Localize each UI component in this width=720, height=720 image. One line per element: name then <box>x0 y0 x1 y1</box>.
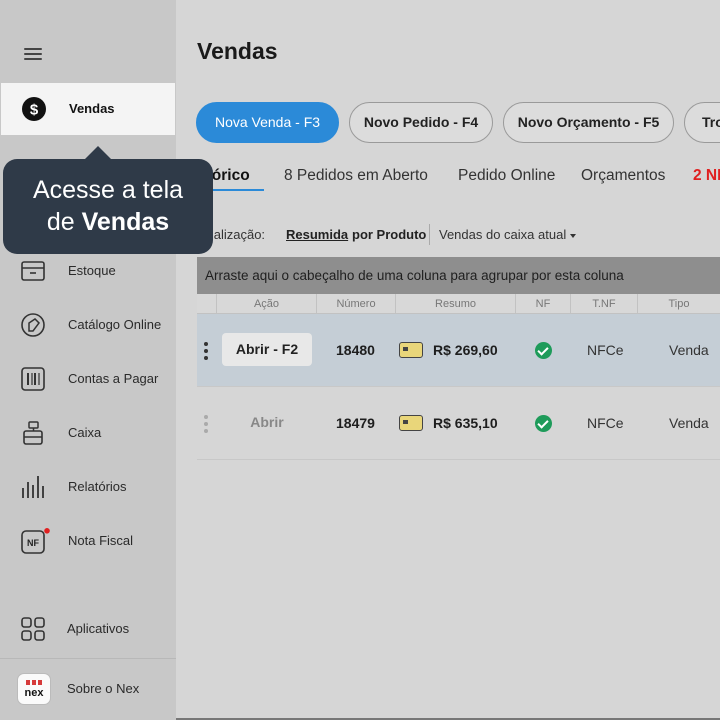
cash-filter-dropdown[interactable]: Vendas do caixa atual <box>439 227 577 242</box>
sidebar-item-contas-a-pagar[interactable]: Contas a Pagar <box>0 353 176 405</box>
more-options-icon[interactable] <box>204 415 208 433</box>
caret-down-icon <box>570 233 577 238</box>
hamburger-menu-icon[interactable] <box>22 44 44 62</box>
nf-icon-text: NF <box>27 538 39 548</box>
svg-text:$: $ <box>30 102 39 119</box>
view-option-resumida[interactable]: Resumida <box>286 227 348 242</box>
sale-amount: R$ 635,10 <box>433 415 498 431</box>
sidebar-item-label: Relatórios <box>68 479 127 494</box>
more-options-icon[interactable] <box>204 342 208 360</box>
tooltip-line-1: Acesse a tela <box>32 176 184 204</box>
apps-grid-icon <box>21 617 45 641</box>
divider <box>429 224 430 245</box>
tab-pedidos-em-aberto[interactable]: 8 Pedidos em Aberto <box>284 167 428 185</box>
sale-number: 18480 <box>336 342 375 358</box>
sidebar-item-label: Aplicativos <box>67 621 130 636</box>
group-by-drop-area[interactable]: Arraste aqui o cabeçalho de uma coluna p… <box>197 257 720 294</box>
cash-register-icon <box>23 421 43 445</box>
nex-logo: nex <box>17 673 51 705</box>
main-content: Vendas Nova Venda - F3 Novo Pedido - F4 … <box>176 0 720 720</box>
column-header-numero[interactable]: Número <box>317 294 396 314</box>
sidebar-divider <box>0 658 176 659</box>
sidebar-item-nota-fiscal[interactable]: NF Nota Fiscal <box>0 515 176 567</box>
sidebar-item-label: Vendas <box>69 101 115 116</box>
tooltip-arrow <box>84 146 112 160</box>
open-sale-button[interactable]: Abrir - F2 <box>222 333 312 366</box>
view-option-por-produto[interactable]: por Produto <box>352 227 426 242</box>
new-quote-button[interactable]: Novo Orçamento - F5 <box>503 102 674 143</box>
sidebar-item-label: Caixa <box>68 425 102 440</box>
nf-type: NFCe <box>587 415 624 431</box>
barcode-icon <box>21 367 45 391</box>
sidebar-item-label: Contas a Pagar <box>68 371 159 386</box>
table-row[interactable]: Abrir - F2 18480 R$ 269,60 NFCe Venda <box>197 314 720 387</box>
notification-dot <box>44 528 50 534</box>
table-row[interactable]: Abrir 18479 R$ 635,10 NFCe Venda <box>197 387 720 460</box>
sidebar-item-label: Nota Fiscal <box>68 533 134 548</box>
sidebar-item-caixa[interactable]: Caixa <box>0 407 176 459</box>
column-header-tipo[interactable]: Tipo <box>638 294 720 314</box>
box-icon <box>21 261 45 281</box>
open-sale-button[interactable]: Abrir <box>222 406 312 439</box>
bar-chart-icon <box>22 476 44 498</box>
column-header-selector <box>197 294 217 314</box>
tag-icon <box>21 313 45 337</box>
new-sale-button[interactable]: Nova Venda - F3 <box>196 102 339 143</box>
sale-type: Venda <box>669 342 709 358</box>
nf-type: NFCe <box>587 342 624 358</box>
column-header-tnf[interactable]: T.NF <box>571 294 638 314</box>
nex-logo-text: nex <box>24 687 44 699</box>
dollar-icon: $ <box>22 97 46 121</box>
nf-icon: NF <box>21 528 50 554</box>
sale-number: 18479 <box>336 415 375 431</box>
page-title: Vendas <box>197 38 278 64</box>
sidebar-item-label: Sobre o Nex <box>67 681 140 696</box>
sale-amount: R$ 269,60 <box>433 342 498 358</box>
sidebar: $ Vendas Estoque Catálogo Online Contas … <box>0 0 176 720</box>
sidebar-item-label: Catálogo Online <box>68 317 162 332</box>
sale-type: Venda <box>669 415 709 431</box>
column-header-resumo[interactable]: Resumo <box>396 294 516 314</box>
sidebar-item-aplicativos[interactable]: Aplicativos <box>0 603 176 655</box>
tab-nf-pending[interactable]: 2 NF <box>693 167 720 185</box>
check-circle-icon <box>535 342 552 359</box>
cash-filter-value: Vendas do caixa atual <box>439 227 567 242</box>
credit-card-icon <box>399 342 423 358</box>
tooltip-line-2: de Vendas <box>46 208 170 236</box>
sidebar-item-relatorios[interactable]: Relatórios <box>0 461 176 513</box>
onboarding-tooltip: Acesse a tela de Vendas <box>3 159 213 254</box>
new-order-button[interactable]: Novo Pedido - F4 <box>349 102 493 143</box>
sidebar-item-sobre-o-nex[interactable]: nex Sobre o Nex <box>0 663 176 715</box>
check-circle-icon <box>535 415 552 432</box>
tab-pedido-online[interactable]: Pedido Online <box>458 167 555 185</box>
sidebar-item-catalogo-online[interactable]: Catálogo Online <box>0 299 176 351</box>
exchange-button[interactable]: Tro <box>684 102 720 143</box>
sidebar-item-label: Estoque <box>68 263 116 278</box>
sidebar-item-vendas[interactable]: $ Vendas <box>1 83 175 135</box>
column-header-nf[interactable]: NF <box>516 294 571 314</box>
credit-card-icon <box>399 415 423 431</box>
tab-orcamentos[interactable]: Orçamentos <box>581 167 665 185</box>
column-header-acao[interactable]: Ação <box>217 294 317 314</box>
